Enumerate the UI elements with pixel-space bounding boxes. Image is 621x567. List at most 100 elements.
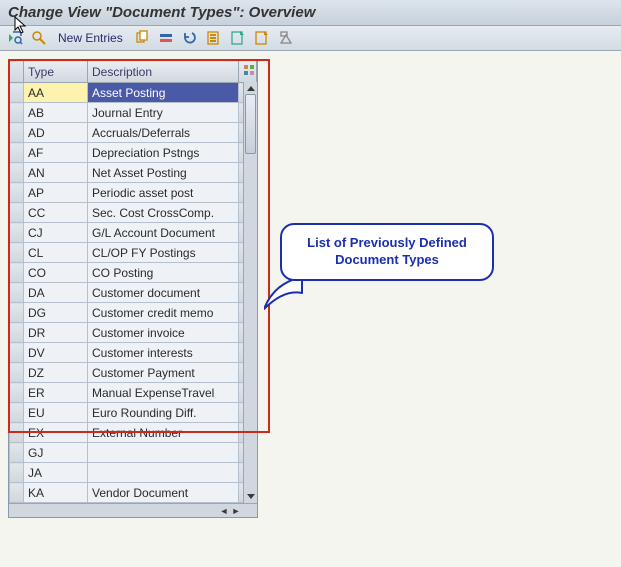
scroll-up-arrow[interactable] (247, 86, 255, 91)
cell-description[interactable]: G/L Account Document (88, 223, 239, 243)
cell-description[interactable]: Euro Rounding Diff. (88, 403, 239, 423)
row-selector[interactable] (10, 283, 24, 303)
cell-type[interactable]: AP (24, 183, 88, 203)
row-selector[interactable] (10, 323, 24, 343)
row-selector[interactable] (10, 203, 24, 223)
row-selector[interactable] (10, 143, 24, 163)
table-row[interactable]: AFDepreciation Pstngs (10, 143, 257, 163)
undo-icon[interactable] (181, 29, 199, 47)
vertical-scrollbar[interactable] (243, 82, 257, 503)
toggle-display-icon[interactable] (6, 29, 24, 47)
cell-type[interactable]: EU (24, 403, 88, 423)
cell-type[interactable]: DZ (24, 363, 88, 383)
cell-description[interactable]: Depreciation Pstngs (88, 143, 239, 163)
cell-type[interactable]: GJ (24, 443, 88, 463)
cell-description[interactable]: Net Asset Posting (88, 163, 239, 183)
new-entries-button[interactable]: New Entries (54, 29, 127, 47)
cell-description[interactable]: CO Posting (88, 263, 239, 283)
row-selector[interactable] (10, 183, 24, 203)
cell-description[interactable]: External Number (88, 423, 239, 443)
cell-type[interactable]: CO (24, 263, 88, 283)
cell-type[interactable]: CC (24, 203, 88, 223)
table-row[interactable]: KAVendor Document (10, 483, 257, 503)
cell-type[interactable]: AA (24, 83, 88, 103)
horizontal-scrollbar[interactable]: ◄ ► (9, 503, 257, 517)
cell-type[interactable]: AD (24, 123, 88, 143)
select-block-icon[interactable] (229, 29, 247, 47)
row-selector[interactable] (10, 303, 24, 323)
table-row[interactable]: ANNet Asset Posting (10, 163, 257, 183)
table-row[interactable]: ADAccruals/Deferrals (10, 123, 257, 143)
column-settings-header[interactable] (239, 61, 257, 83)
cell-description[interactable] (88, 443, 239, 463)
table-row[interactable]: EXExternal Number (10, 423, 257, 443)
row-selector[interactable] (10, 163, 24, 183)
row-selector[interactable] (10, 383, 24, 403)
cell-type[interactable]: ER (24, 383, 88, 403)
cell-type[interactable]: DV (24, 343, 88, 363)
copy-as-icon[interactable] (133, 29, 151, 47)
table-row[interactable]: CLCL/OP FY Postings (10, 243, 257, 263)
scroll-right-icon[interactable]: ► (231, 506, 241, 516)
cell-description[interactable]: CL/OP FY Postings (88, 243, 239, 263)
table-row[interactable]: JA (10, 463, 257, 483)
table-row[interactable]: DACustomer document (10, 283, 257, 303)
row-selector[interactable] (10, 443, 24, 463)
row-selector[interactable] (10, 83, 24, 103)
cell-type[interactable]: DR (24, 323, 88, 343)
row-selector[interactable] (10, 223, 24, 243)
print-icon[interactable] (277, 29, 295, 47)
cell-type[interactable]: AB (24, 103, 88, 123)
table-row[interactable]: ABJournal Entry (10, 103, 257, 123)
cell-type[interactable]: JA (24, 463, 88, 483)
table-row[interactable]: CJG/L Account Document (10, 223, 257, 243)
cell-type[interactable]: DA (24, 283, 88, 303)
cell-type[interactable]: EX (24, 423, 88, 443)
table-row[interactable]: DZCustomer Payment (10, 363, 257, 383)
delete-icon[interactable] (157, 29, 175, 47)
row-selector[interactable] (10, 263, 24, 283)
select-all-icon[interactable] (205, 29, 223, 47)
cell-description[interactable]: Accruals/Deferrals (88, 123, 239, 143)
cell-type[interactable]: CJ (24, 223, 88, 243)
table-row[interactable]: AAAsset Posting (10, 83, 257, 103)
table-row[interactable]: GJ (10, 443, 257, 463)
cell-type[interactable]: DG (24, 303, 88, 323)
cell-description[interactable]: Customer document (88, 283, 239, 303)
select-all-header[interactable] (10, 61, 24, 83)
row-selector[interactable] (10, 423, 24, 443)
row-selector[interactable] (10, 403, 24, 423)
cell-description[interactable]: Journal Entry (88, 103, 239, 123)
cell-description[interactable]: Manual ExpenseTravel (88, 383, 239, 403)
cell-type[interactable]: AF (24, 143, 88, 163)
cell-description[interactable]: Sec. Cost CrossComp. (88, 203, 239, 223)
row-selector[interactable] (10, 343, 24, 363)
column-header-description[interactable]: Description (88, 61, 239, 83)
cell-description[interactable]: Customer Payment (88, 363, 239, 383)
cell-description[interactable]: Periodic asset post (88, 183, 239, 203)
scroll-thumb[interactable] (245, 94, 256, 154)
table-row[interactable]: EUEuro Rounding Diff. (10, 403, 257, 423)
scroll-left-icon[interactable]: ◄ (219, 506, 229, 516)
table-row[interactable]: DRCustomer invoice (10, 323, 257, 343)
deselect-all-icon[interactable] (253, 29, 271, 47)
table-row[interactable]: DVCustomer interests (10, 343, 257, 363)
scroll-down-arrow[interactable] (247, 494, 255, 499)
row-selector[interactable] (10, 483, 24, 503)
column-header-type[interactable]: Type (24, 61, 88, 83)
cell-type[interactable]: CL (24, 243, 88, 263)
row-selector[interactable] (10, 103, 24, 123)
table-row[interactable]: APPeriodic asset post (10, 183, 257, 203)
cell-description[interactable]: Customer credit memo (88, 303, 239, 323)
cell-description[interactable]: Customer invoice (88, 323, 239, 343)
cell-description[interactable]: Asset Posting (88, 83, 239, 103)
cell-type[interactable]: KA (24, 483, 88, 503)
cell-type[interactable]: AN (24, 163, 88, 183)
row-selector[interactable] (10, 243, 24, 263)
cell-description[interactable]: Vendor Document (88, 483, 239, 503)
row-selector[interactable] (10, 463, 24, 483)
cell-description[interactable] (88, 463, 239, 483)
table-row[interactable]: DGCustomer credit memo (10, 303, 257, 323)
cell-description[interactable]: Customer interests (88, 343, 239, 363)
row-selector[interactable] (10, 123, 24, 143)
